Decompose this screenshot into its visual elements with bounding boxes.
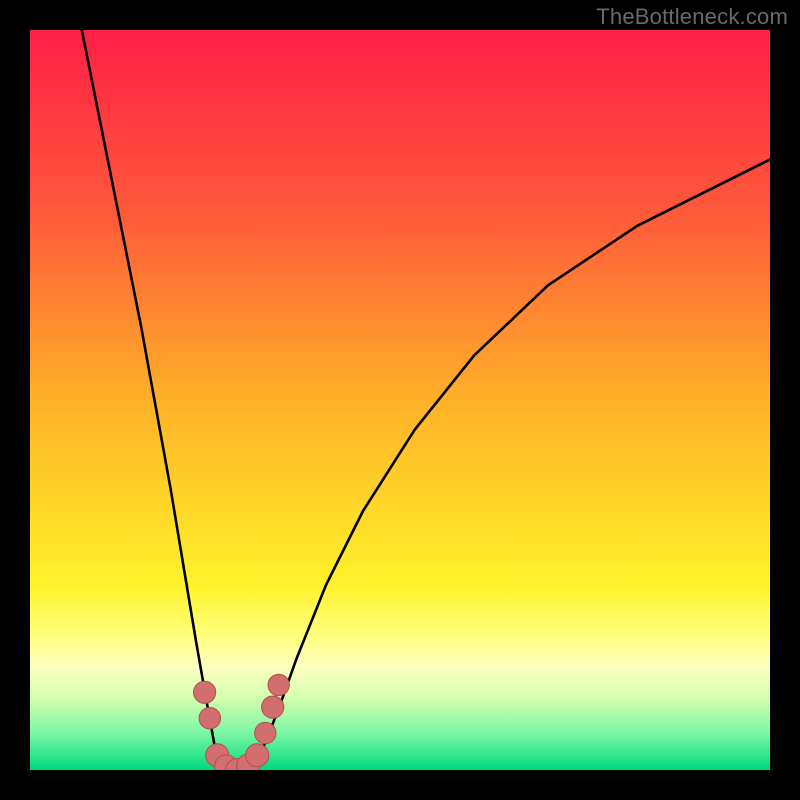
curve-layer: [30, 30, 770, 770]
data-marker: [255, 722, 276, 743]
chart-frame: TheBottleneck.com: [0, 0, 800, 800]
data-marker: [246, 744, 269, 767]
data-marker: [262, 696, 284, 718]
data-marker: [268, 674, 289, 695]
plot-area: [30, 30, 770, 770]
data-marker: [194, 681, 216, 703]
data-marker: [199, 708, 220, 729]
series-right-branch: [252, 160, 770, 763]
series-left-branch: [82, 30, 223, 763]
watermark-label: TheBottleneck.com: [596, 4, 788, 30]
